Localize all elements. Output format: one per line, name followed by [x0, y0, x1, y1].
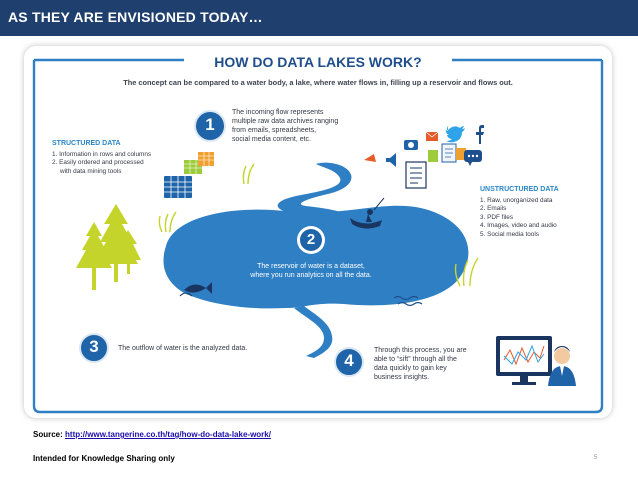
infographic-subtitle: The concept can be compared to a water b… — [123, 78, 513, 87]
step-number-3: 3 — [89, 337, 99, 356]
step-1-text: The incoming flow represents multiple ra… — [232, 109, 339, 143]
facebook-icon — [476, 125, 484, 144]
structured-data-item: with data mining tools — [60, 167, 122, 175]
slide-header-bar: AS THEY ARE ENVISIONED TODAY… — [0, 0, 638, 36]
spreadsheet-icon — [164, 152, 214, 198]
step-3-text: The outflow of water is the analyzed dat… — [118, 345, 248, 352]
unstructured-data-title: UNSTRUCTURED DATA — [480, 186, 559, 193]
speaker-icon — [364, 153, 396, 167]
source-label: Source: — [33, 430, 63, 439]
unstructured-data-item: 4. Images, video and audio — [480, 222, 557, 230]
step-4-text: Through this process, you are able to “s… — [374, 347, 467, 381]
twitter-icon — [445, 126, 465, 143]
step-2-text: The reservoir of water is a dataset, whe… — [250, 263, 372, 279]
chat-icon — [464, 150, 482, 166]
unstructured-data-item: 2. Emails — [480, 205, 507, 213]
knowledge-sharing-note: Intended for Knowledge Sharing only — [33, 454, 175, 463]
email-icon — [425, 131, 439, 141]
step-number-2: 2 — [306, 231, 316, 248]
lake-reservoir — [163, 205, 469, 309]
structured-data-item: 2. Easily ordered and processed — [52, 159, 144, 167]
infographic-card: HOW DO DATA LAKES WORK? The concept can … — [24, 46, 612, 418]
unstructured-data-item: 5. Social media tools — [480, 230, 539, 238]
structured-data-list: 1. Information in rows and columns 2. Ea… — [52, 151, 151, 176]
outflow-stream — [294, 306, 333, 358]
unstructured-data-list: 1. Raw, unorganized data 2. Emails 3. PD… — [480, 197, 557, 239]
structured-data-item: 1. Information in rows and columns — [52, 151, 152, 158]
infographic-title: HOW DO DATA LAKES WORK? — [214, 54, 422, 70]
document-icon — [405, 143, 466, 189]
unstructured-data-item: 1. Raw, unorganized data — [480, 197, 553, 204]
unstructured-data-item: 3. PDF files — [480, 213, 514, 221]
trees-icon — [76, 204, 141, 290]
source-line: Source: http://www.tangerine.co.th/tag/h… — [33, 430, 271, 439]
camera-icon — [404, 140, 418, 150]
page-number: 5 — [594, 455, 598, 461]
computer-monitor-icon — [496, 336, 552, 385]
step-number-1: 1 — [205, 115, 215, 134]
source-link[interactable]: http://www.tangerine.co.th/tag/how-do-da… — [65, 430, 271, 439]
analyst-person-icon — [548, 346, 576, 386]
slide-title: AS THEY ARE ENVISIONED TODAY… — [8, 9, 263, 25]
step-number-4: 4 — [344, 351, 354, 370]
structured-data-title: STRUCTURED DATA — [52, 140, 121, 147]
